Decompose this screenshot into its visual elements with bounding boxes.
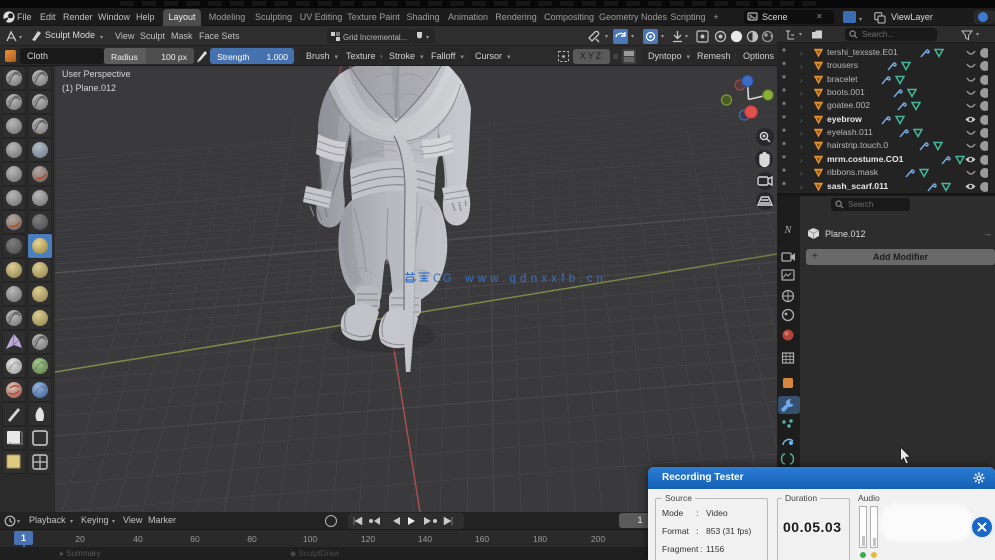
svg-text:N: N [784, 225, 793, 236]
